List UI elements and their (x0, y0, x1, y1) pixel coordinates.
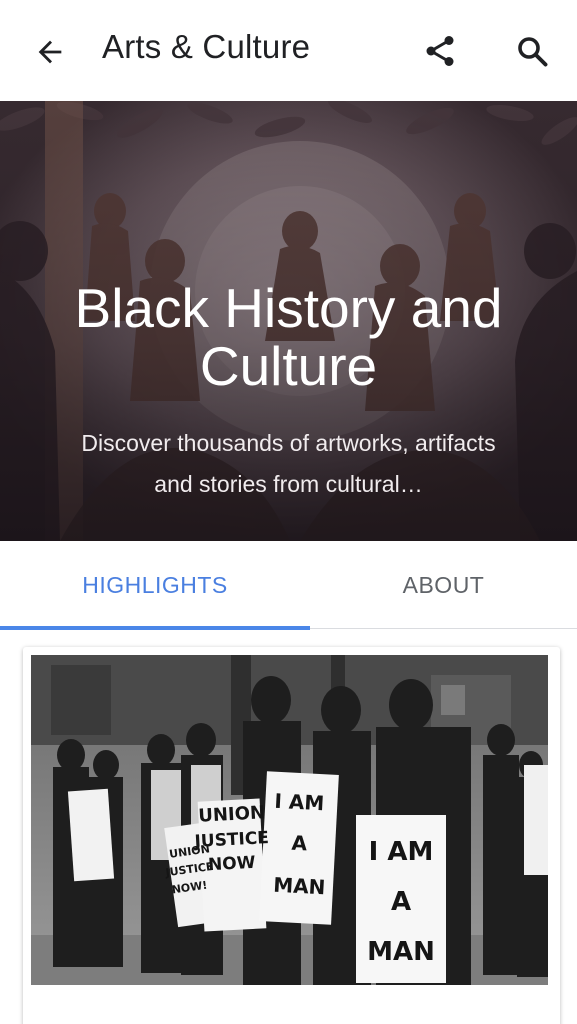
protest-photo-image: UNION JUSTICE NOW I AM A MAN I AM A MAN … (31, 655, 548, 985)
hero-title: Black History and Culture (74, 277, 503, 397)
sign-i-am-2: I AM (369, 837, 434, 867)
hero-description: Discover thousands of artworks, artifact… (81, 430, 496, 497)
hero-banner: Black History and Culture Discover thous… (0, 101, 577, 541)
share-icon (426, 36, 454, 66)
highlight-card[interactable]: UNION JUSTICE NOW I AM A MAN I AM A MAN … (23, 647, 560, 1024)
app-bar: Arts & Culture (0, 0, 577, 101)
sign-i-am-1: I AM (274, 789, 325, 816)
sign-a-2: A (391, 887, 411, 917)
arrow-back-icon (38, 40, 62, 64)
share-button[interactable] (418, 29, 462, 73)
search-icon (518, 37, 548, 67)
tab-highlights-label: HIGHLIGHTS (82, 571, 228, 598)
active-tab-indicator (0, 626, 310, 630)
sign-man-1: MAN (273, 873, 326, 900)
tab-about[interactable]: ABOUT (310, 541, 577, 629)
search-button[interactable] (510, 29, 554, 73)
sign-now: NOW (208, 853, 257, 875)
highlight-photo[interactable]: UNION JUSTICE NOW I AM A MAN I AM A MAN … (31, 655, 548, 985)
sign-union: UNION (198, 802, 266, 826)
tab-bar: HIGHLIGHTS ABOUT (0, 541, 577, 630)
tab-highlights[interactable]: HIGHLIGHTS (0, 541, 310, 630)
sign-a-1: A (291, 831, 308, 856)
back-button[interactable] (26, 30, 74, 74)
sign-man-2: MAN (367, 937, 435, 967)
app-title: Arts & Culture (102, 28, 311, 65)
tab-about-label: ABOUT (402, 571, 485, 598)
